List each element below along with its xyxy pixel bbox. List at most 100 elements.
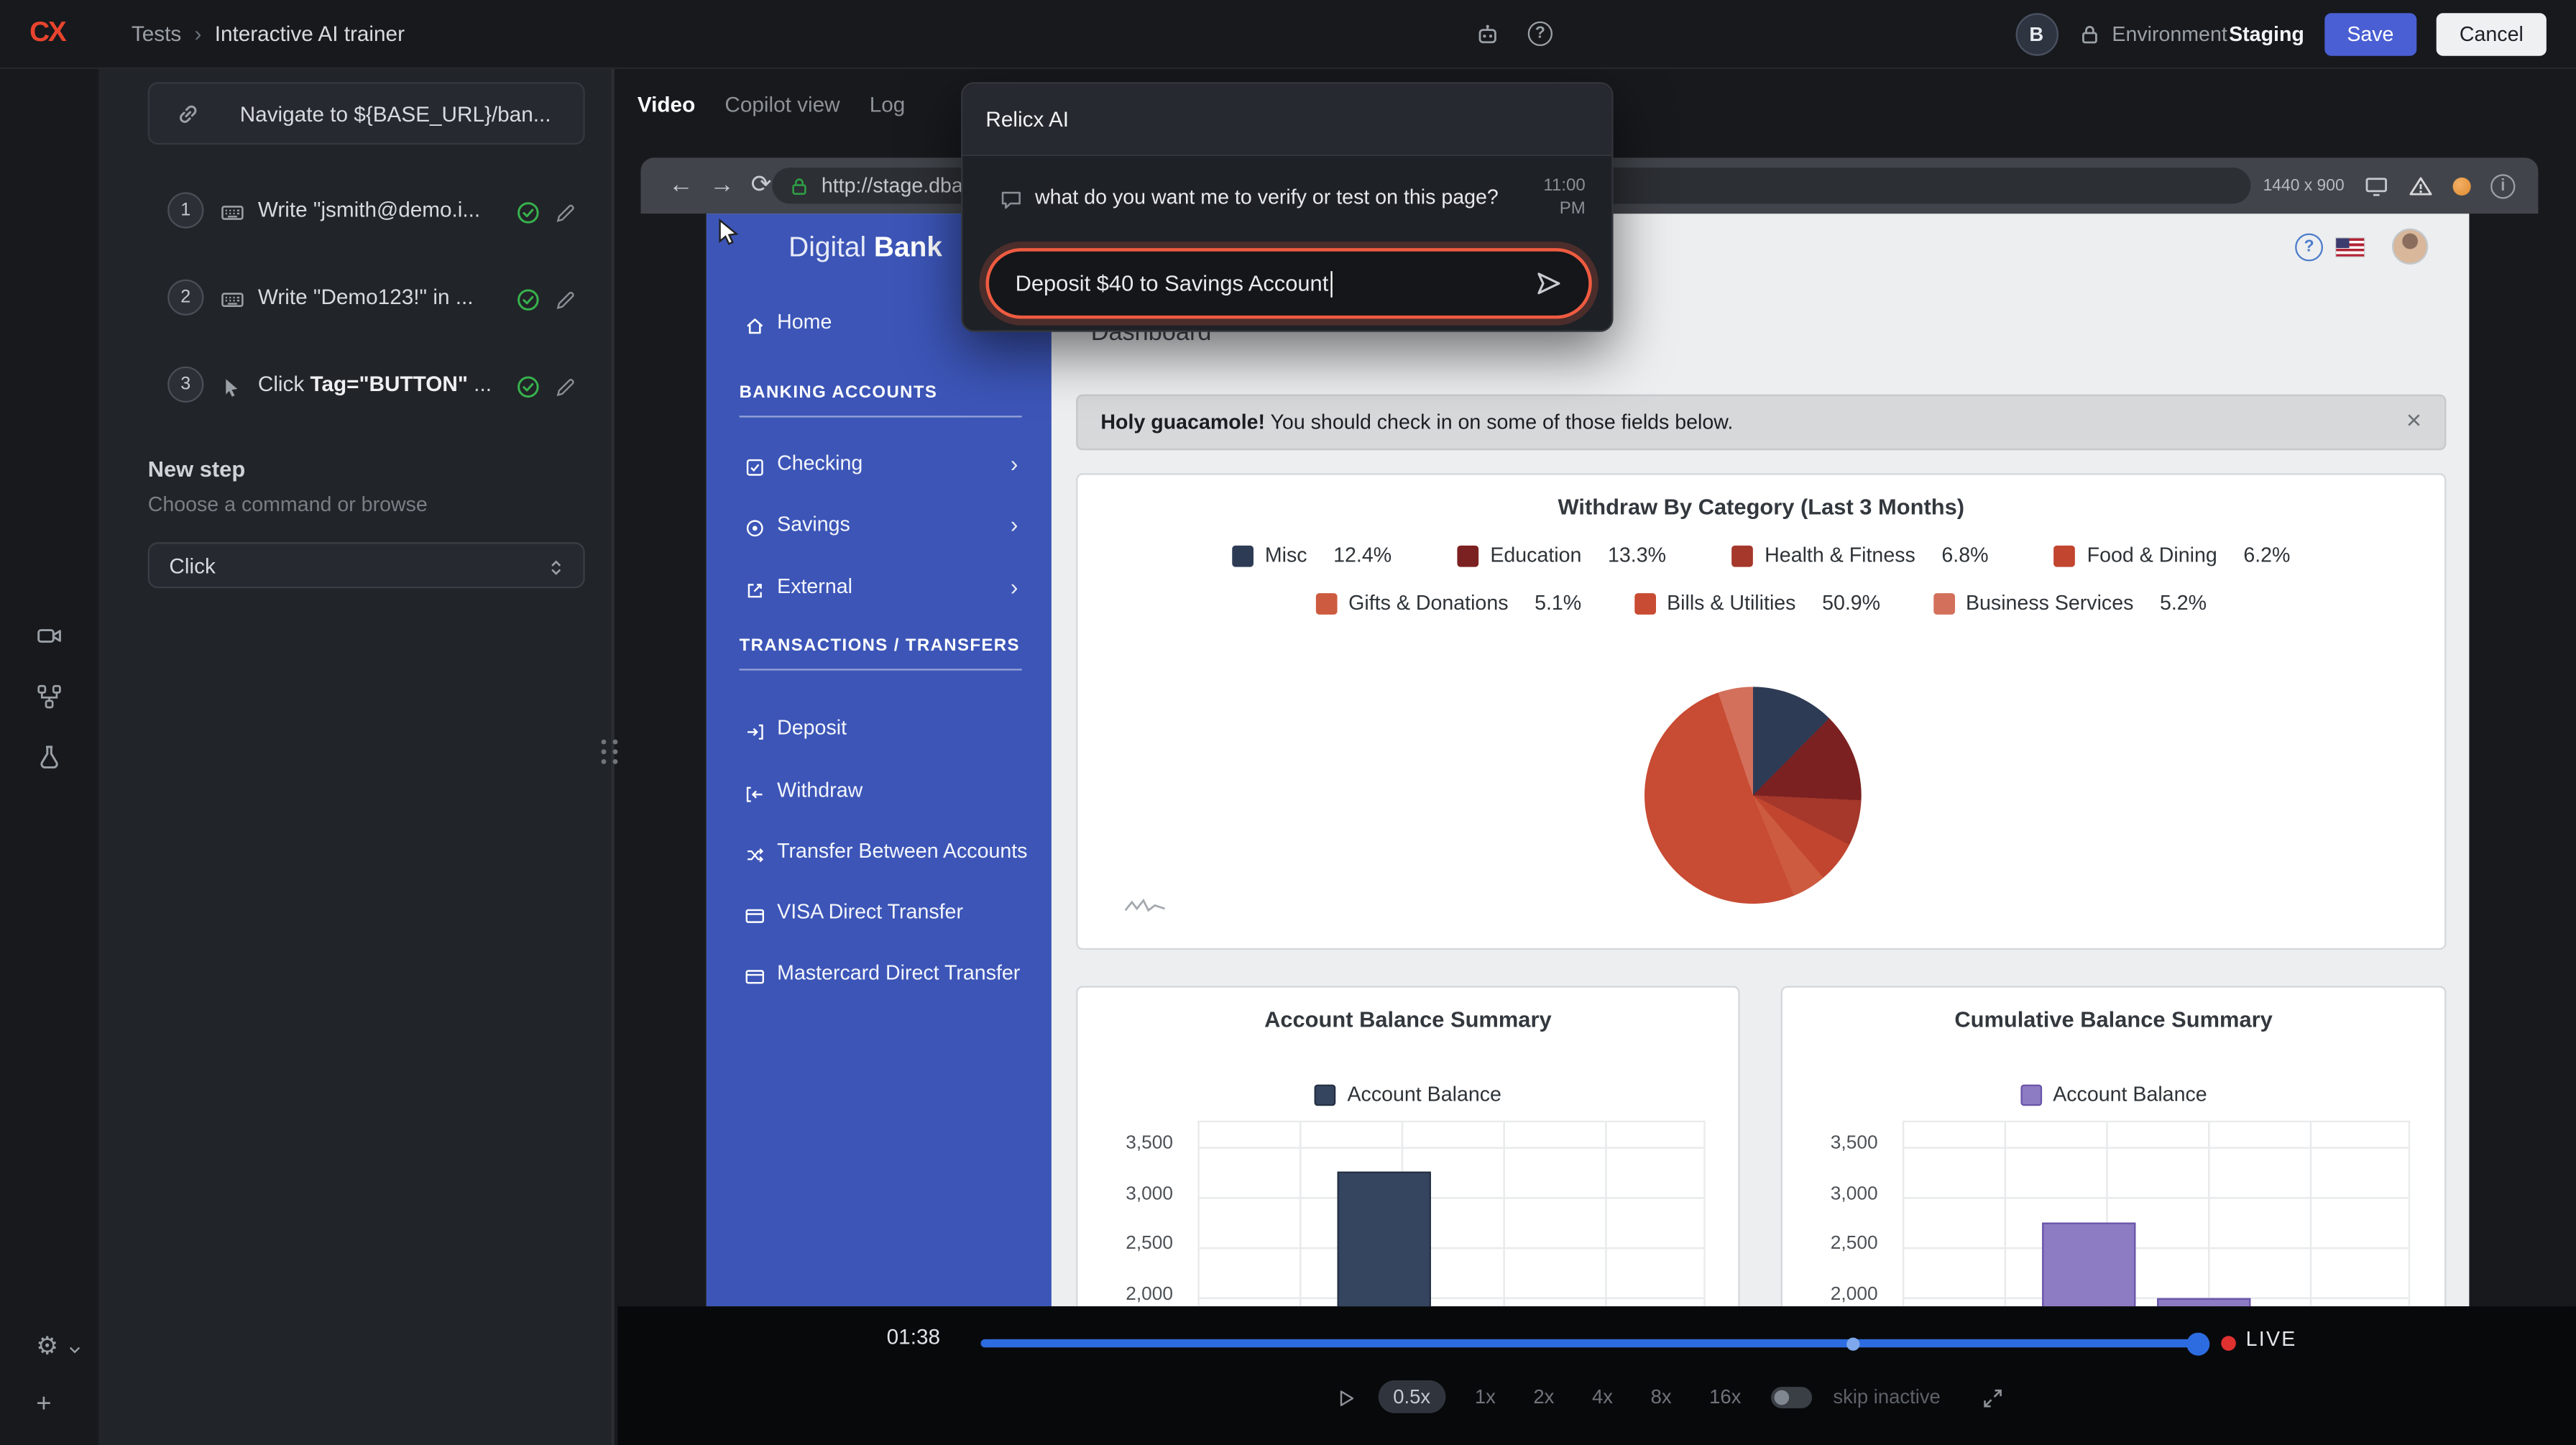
environment-label: Environment (2112, 23, 2227, 46)
home-icon (744, 312, 765, 336)
progress-playhead[interactable] (2186, 1332, 2209, 1355)
flows-icon[interactable] (36, 682, 63, 710)
settings-chevron-icon[interactable] (65, 1336, 83, 1360)
panel-drag-handle[interactable] (602, 740, 621, 764)
bank-nav-mastercard-transfer[interactable]: Mastercard Direct Transfer (707, 958, 1052, 991)
new-step-hint: Choose a command or browse (148, 493, 428, 516)
chevron-right-icon: › (1011, 450, 1018, 477)
url-text: http://stage.dba (822, 174, 963, 197)
step-label: Click Tag="BUTTON" ... (258, 372, 507, 396)
pie-chart-title: Withdraw By Category (Last 3 Months) (1077, 495, 2444, 519)
navigate-step[interactable]: Navigate to ${BASE_URL}/ban... (148, 82, 585, 144)
skip-inactive-label: skip inactive (1833, 1385, 1940, 1408)
tests-flask-icon[interactable] (36, 743, 63, 770)
relicx-logo[interactable]: CX (29, 17, 65, 50)
reload-icon[interactable]: ⟳ (751, 173, 772, 199)
playback-time: 01:38 (864, 1324, 962, 1349)
live-label[interactable]: LIVE (2246, 1328, 2297, 1351)
bar-legend: Account Balance (1782, 1083, 2444, 1106)
account-balance-card: Account Balance Summary Account Balance … (1076, 986, 1739, 1306)
warning-icon[interactable] (2409, 173, 2433, 198)
monitor-icon[interactable] (2364, 173, 2388, 198)
ai-robot-icon[interactable] (1476, 22, 1500, 48)
progress-fill (981, 1339, 2198, 1347)
sparkline-icon (1123, 891, 1166, 915)
steps-panel: Navigate to ${BASE_URL}/ban... 1 Write "… (98, 69, 611, 1445)
edit-step-icon[interactable] (553, 373, 576, 399)
save-button[interactable]: Save (2324, 13, 2416, 55)
savings-icon (744, 514, 765, 538)
forward-icon[interactable]: → (709, 173, 734, 199)
tab-video[interactable]: Video (638, 91, 695, 116)
step-row-1[interactable]: 1 Write "jsmith@demo.i... (148, 178, 585, 243)
withdraw-pie (1644, 687, 1862, 904)
speed-0-5x[interactable]: 0.5x (1379, 1380, 1445, 1413)
message-timestamp: 11:00PM (1517, 174, 1586, 220)
y-tick: 3,000 (1793, 1184, 1878, 1203)
send-icon[interactable] (1535, 270, 1563, 298)
bank-logo: Digital Bank (788, 231, 942, 265)
step-label: Write "Demo123!" in ... (258, 284, 507, 308)
bank-nav-withdraw[interactable]: Withdraw (707, 776, 1052, 809)
recorded-cursor-icon (714, 219, 742, 247)
shuffle-icon (744, 841, 765, 866)
bank-help-icon[interactable]: ? (2295, 234, 2323, 262)
credit-card-icon (744, 963, 765, 987)
main-area: Video Copilot view Log ← → ⟳ http://stag… (617, 0, 2576, 1445)
bank-section-transactions: TRANSACTIONS / TRANSFERS (740, 636, 1022, 671)
user-avatar[interactable]: B (2015, 13, 2058, 55)
skip-inactive-toggle[interactable] (1771, 1386, 1812, 1408)
help-icon[interactable]: ? (1528, 22, 1552, 46)
step-number: 3 (167, 367, 203, 403)
command-select[interactable]: Click (148, 542, 585, 588)
y-tick: 3,500 (1793, 1134, 1878, 1153)
bank-nav-checking[interactable]: Checking › (707, 449, 1052, 482)
bank-user-avatar[interactable] (2392, 229, 2428, 265)
speed-2x[interactable]: 2x (1525, 1380, 1563, 1413)
seek-bar[interactable] (981, 1339, 2210, 1347)
add-icon[interactable]: + (36, 1390, 51, 1420)
recordings-icon[interactable] (36, 621, 63, 648)
back-icon[interactable]: ← (668, 173, 693, 199)
language-flag-icon[interactable] (2336, 238, 2364, 256)
edit-step-icon[interactable] (553, 199, 576, 225)
speed-4x[interactable]: 4x (1584, 1380, 1622, 1413)
settings-gear-icon[interactable]: ⚙ (36, 1331, 58, 1360)
tab-log[interactable]: Log (870, 91, 906, 116)
playback-controls: 0.5x 1x 2x 4x 8x 16x skip inactive (1334, 1375, 2005, 1418)
keyboard-icon (220, 199, 244, 226)
environment-value: Staging (2229, 23, 2304, 46)
bank-nav-deposit[interactable]: Deposit (707, 713, 1052, 746)
view-tabs: Video Copilot view Log (638, 79, 905, 129)
bank-nav-external[interactable]: External › (707, 572, 1052, 605)
alert-close-icon[interactable]: × (2406, 408, 2421, 437)
speed-8x[interactable]: 8x (1642, 1380, 1680, 1413)
info-icon[interactable]: i (2490, 173, 2515, 198)
tab-copilot-view[interactable]: Copilot view (724, 91, 840, 116)
play-icon[interactable] (1334, 1384, 1357, 1410)
step-row-3[interactable]: 3 Click Tag="BUTTON" ... (148, 352, 585, 417)
pie-legend-row-2: Gifts & Donations5.1% Bills & Utilities5… (1077, 592, 2444, 615)
bank-nav-visa-transfer[interactable]: VISA Direct Transfer (707, 897, 1052, 930)
speed-1x[interactable]: 1x (1466, 1380, 1504, 1413)
breadcrumb: Tests›Interactive AI trainer (132, 22, 405, 46)
status-dot-icon[interactable] (2453, 177, 2471, 195)
speed-16x[interactable]: 16x (1701, 1380, 1749, 1413)
deposit-icon (744, 718, 765, 743)
step-row-2[interactable]: 2 Write "Demo123!" in ... (148, 265, 585, 330)
bank-nav-savings[interactable]: Savings › (707, 510, 1052, 543)
bar-legend: Account Balance (1077, 1083, 1738, 1106)
withdraw-category-card: Withdraw By Category (Last 3 Months) Mis… (1076, 473, 2446, 950)
select-updown-icon (546, 553, 567, 577)
bank-nav-transfer[interactable]: Transfer Between Accounts (707, 836, 1052, 869)
lock-icon (788, 175, 810, 196)
breadcrumb-tests[interactable]: Tests (132, 22, 181, 46)
fullscreen-icon[interactable] (1982, 1384, 2005, 1410)
edit-step-icon[interactable] (553, 286, 576, 312)
external-icon (744, 577, 765, 601)
environment-selector[interactable]: Environment Staging (2077, 23, 2304, 46)
step-number: 2 (167, 280, 203, 316)
navigate-step-label: Navigate to ${BASE_URL}/ban... (240, 101, 551, 126)
ai-prompt-input[interactable]: Deposit $40 to Savings Account (985, 248, 1591, 318)
cancel-button[interactable]: Cancel (2437, 13, 2547, 55)
